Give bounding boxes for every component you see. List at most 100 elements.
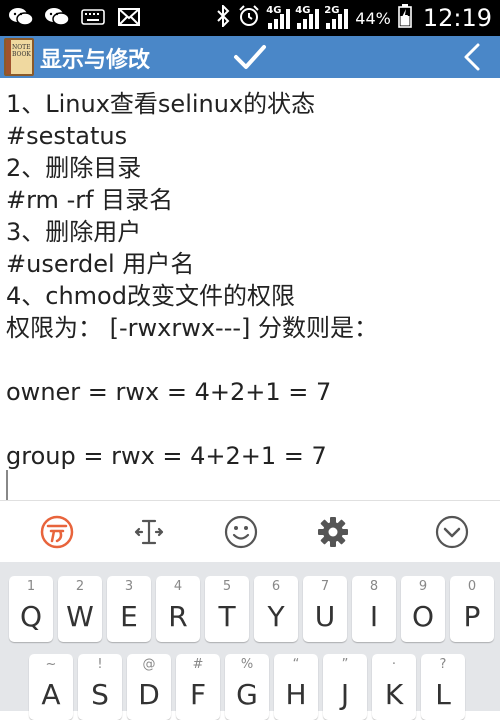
signal-4g-icon: 4G <box>295 5 320 29</box>
wechat-icon <box>8 5 34 29</box>
key-e[interactable]: 3E <box>107 576 151 642</box>
cursor-move-icon[interactable] <box>129 512 169 552</box>
key-label: P <box>463 600 481 633</box>
key-r[interactable]: 4R <box>156 576 200 642</box>
keyboard-icon <box>80 5 106 29</box>
text-line: 3、删除用户 <box>6 218 142 246</box>
key-label: D <box>138 678 160 711</box>
key-w[interactable]: 2W <box>58 576 102 642</box>
key-t[interactable]: 5T <box>205 576 249 642</box>
key-label: U <box>314 600 336 633</box>
note-text-area[interactable]: 1、Linux查看selinux的状态 #sestatus 2、删除目录 #rm… <box>0 78 500 500</box>
key-label: E <box>120 600 138 633</box>
key-hint: “ <box>292 657 300 672</box>
key-o[interactable]: 9O <box>401 576 445 642</box>
key-label: Q <box>19 600 43 633</box>
key-s[interactable]: ! S <box>78 654 122 720</box>
text-line: #rm -rf 目录名 <box>6 186 174 214</box>
mail-icon <box>116 5 142 29</box>
notification-icons <box>8 5 142 29</box>
save-button[interactable] <box>230 40 270 74</box>
key-hint: 4 <box>173 579 183 594</box>
battery-percent: 44% <box>355 8 391 28</box>
key-hint: ! <box>97 657 103 672</box>
bluetooth-icon <box>216 3 230 31</box>
page-title: 显示与修改 <box>40 48 151 73</box>
text-line: 权限为： [-rwxrwx---] 分数则是： <box>6 314 379 342</box>
key-hint: % <box>240 657 254 672</box>
key-g[interactable]: % G <box>225 654 269 720</box>
key-hint: 9 <box>418 579 428 594</box>
key-label: T <box>218 600 236 633</box>
key-hint: 8 <box>369 579 379 594</box>
key-y[interactable]: 6Y <box>254 576 298 642</box>
key-label: O <box>411 600 435 633</box>
key-hint: 3 <box>124 579 134 594</box>
battery-icon <box>398 4 412 32</box>
key-label: I <box>369 600 379 633</box>
soft-keyboard: 1Q 2W 3E 4R 5T 6Y 7U 8I 9O 0P ~ A ! S @ D #… <box>0 562 500 720</box>
key-hint: @ <box>142 657 156 672</box>
key-q[interactable]: 1Q <box>9 576 53 642</box>
key-label: Y <box>267 600 285 633</box>
key-a[interactable]: ~ A <box>29 654 73 720</box>
signal-2g-icon: 2G <box>324 5 349 29</box>
back-button[interactable] <box>458 40 486 74</box>
text-line: group = rwx = 4+2+1 = 7 <box>6 442 327 470</box>
signal-4g-icon: 4G <box>266 5 291 29</box>
key-label: L <box>435 678 451 711</box>
key-label: A <box>41 678 61 711</box>
key-k[interactable]: · K <box>372 654 416 720</box>
text-line: #userdel 用户名 <box>6 250 195 278</box>
text-cursor <box>6 470 8 500</box>
key-j[interactable]: ” J <box>323 654 367 720</box>
keyboard-toolbar <box>0 500 500 562</box>
key-hint: # <box>192 657 204 672</box>
alarm-icon <box>237 4 261 32</box>
wechat-icon <box>44 5 70 29</box>
network-type-label: 4G <box>266 5 282 16</box>
collapse-keyboard-icon[interactable] <box>432 512 472 552</box>
key-hint: · <box>391 657 397 672</box>
status-bar: 4G 4G 2G 44% 12:19 <box>0 0 500 36</box>
key-d[interactable]: @ D <box>127 654 171 720</box>
text-line: owner = rwx = 4+2+1 = 7 <box>6 378 332 406</box>
settings-icon[interactable] <box>313 512 353 552</box>
text-line: 4、chmod改变文件的权限 <box>6 282 295 310</box>
key-hint: ” <box>341 657 349 672</box>
key-p[interactable]: 0P <box>450 576 494 642</box>
key-label: K <box>384 678 404 711</box>
chevron-left-icon <box>464 43 480 71</box>
system-icons: 4G 4G 2G 44% 12:19 <box>216 0 492 36</box>
key-u[interactable]: 7U <box>303 576 347 642</box>
key-label: F <box>189 678 207 711</box>
text-line: 2、删除目录 <box>6 154 142 182</box>
network-type-label: 2G <box>324 5 340 16</box>
key-l[interactable]: ? L <box>421 654 465 720</box>
checkmark-icon <box>234 45 266 69</box>
key-label: S <box>91 678 109 711</box>
network-type-label: 4G <box>295 5 311 16</box>
key-hint: 5 <box>222 579 232 594</box>
key-h[interactable]: “H <box>274 654 318 720</box>
key-f[interactable]: # F <box>176 654 220 720</box>
key-label: W <box>66 600 94 633</box>
key-hint: 2 <box>75 579 85 594</box>
sogou-logo-icon[interactable] <box>37 512 77 552</box>
key-i[interactable]: 8I <box>352 576 396 642</box>
text-line: 1、Linux查看selinux的状态 <box>6 90 316 118</box>
notebook-app-icon: NOTE BOOK <box>4 38 34 76</box>
emoji-icon[interactable] <box>221 512 261 552</box>
key-label: H <box>285 678 307 711</box>
app-bar: NOTE BOOK 显示与修改 <box>0 36 500 78</box>
key-label: G <box>236 678 258 711</box>
app-icon-text: NOTE BOOK <box>12 44 31 58</box>
text-line: #sestatus <box>6 122 128 150</box>
key-hint: 0 <box>467 579 477 594</box>
key-hint: 6 <box>271 579 281 594</box>
clock: 12:19 <box>422 4 492 32</box>
key-hint: 1 <box>26 579 36 594</box>
key-label: R <box>168 600 188 633</box>
key-hint: ~ <box>45 657 57 672</box>
key-hint: 7 <box>320 579 330 594</box>
